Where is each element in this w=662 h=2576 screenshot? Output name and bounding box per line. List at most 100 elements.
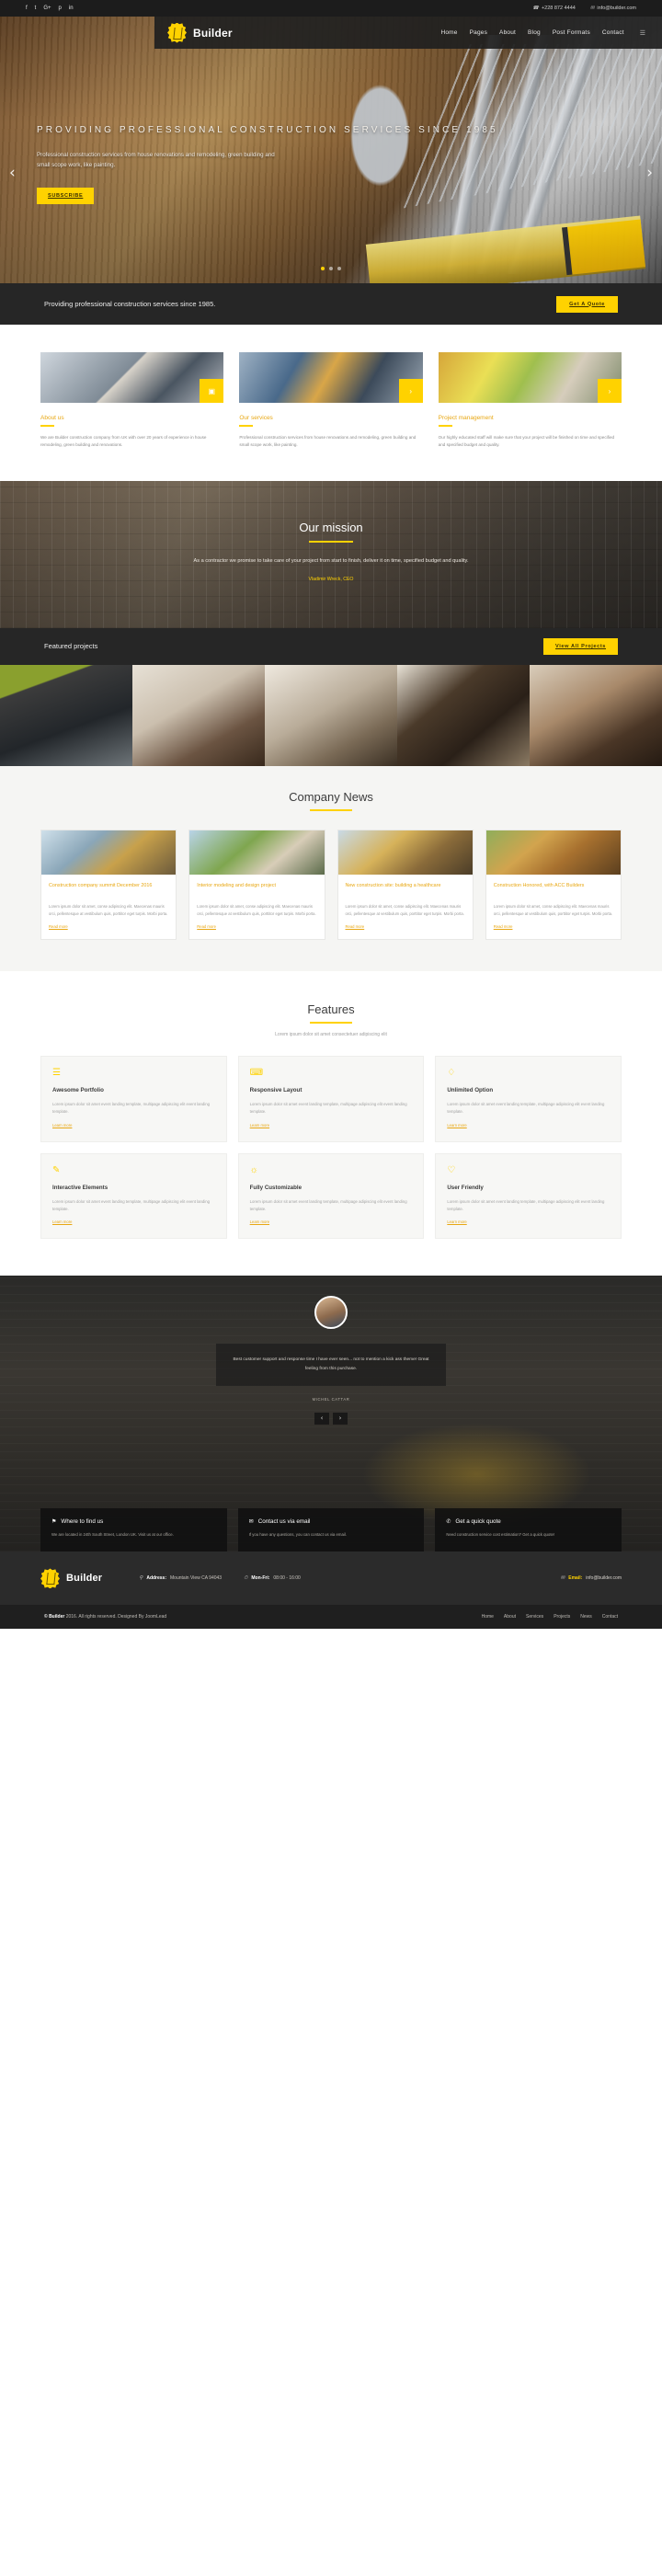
nav-item-pages[interactable]: Pages [470, 29, 487, 36]
pinterest-icon[interactable]: p [59, 6, 62, 11]
news-read-more-link[interactable]: Read more [197, 924, 316, 929]
news-card[interactable]: Construction Honored, with ACC Builders … [485, 829, 622, 940]
news-card-title: New construction site: building a health… [345, 882, 441, 888]
phone-icon: ✆ [446, 1519, 451, 1526]
topbar-email-text: info@builder.com [597, 6, 636, 11]
feature-text: Lorem ipsum dolor sit amet event landing… [447, 1198, 605, 1212]
service-text: We are Builder construction company from… [40, 435, 207, 448]
contact-card-heading: ⚑ Where to find us [51, 1518, 216, 1525]
service-tag-icon[interactable]: › [597, 379, 622, 403]
avatar [314, 1296, 348, 1330]
news-read-more-link[interactable]: Read more [494, 924, 613, 929]
gallery-item-4[interactable] [397, 664, 530, 766]
testimonial-next-button[interactable]: › [333, 1412, 348, 1425]
service-image: ▣ [40, 352, 224, 403]
menu-burger-icon[interactable]: ☰ [640, 29, 645, 37]
slider-prev-arrow[interactable]: ‹ [9, 164, 16, 182]
topbar-phone[interactable]: ☎ +228 872 4444 [532, 6, 576, 11]
footer-link-contact[interactable]: Contact [602, 1614, 618, 1620]
feature-learn-more-link[interactable]: Learn more [52, 1123, 215, 1128]
features-lead: Lorem ipsum dolor sit amet consectetuer … [275, 1031, 387, 1037]
contact-card-email[interactable]: ✉ Contact us via email If you have any q… [237, 1508, 425, 1552]
feature-card-user-friendly[interactable]: ♡ User Friendly Lorem ipsum dolor sit am… [435, 1152, 622, 1240]
testimonial-prev-button[interactable]: ‹ [314, 1412, 329, 1425]
featured-projects-text: Featured projects [44, 642, 98, 651]
nav-item-contact[interactable]: Contact [602, 29, 624, 36]
linkedin-icon[interactable]: in [69, 6, 74, 11]
services-section: ▣ About us We are Builder construction c… [0, 325, 662, 481]
footer-address-value: Mountain View CA 94043 [170, 1575, 223, 1582]
gallery-item-1[interactable] [0, 664, 132, 766]
news-card[interactable]: Interior modeling and design project Lor… [188, 829, 325, 940]
feature-card-fully-customizable[interactable]: ☼ Fully Customizable Lorem ipsum dolor s… [237, 1152, 425, 1240]
nav-item-about[interactable]: About [499, 29, 516, 36]
service-card-about-us[interactable]: ▣ About us We are Builder construction c… [40, 352, 224, 450]
title-underline [310, 808, 352, 811]
news-card[interactable]: Construction company summit December 201… [40, 829, 177, 940]
features-title: Features [307, 1002, 355, 1016]
nav-item-home[interactable]: Home [440, 29, 457, 36]
gallery-item-3[interactable] [265, 664, 397, 766]
footer-email[interactable]: ✉ Email: info@builder.com [561, 1575, 622, 1581]
subscribe-button[interactable]: SUBSCRIBE [37, 187, 95, 204]
nav-item-post-formats[interactable]: Post Formats [553, 29, 590, 36]
copyright-text: 2016. All rights reserved. Designed By J… [65, 1614, 167, 1620]
service-image: › [438, 352, 622, 403]
feature-learn-more-link[interactable]: Learn more [447, 1219, 610, 1224]
service-tag-icon[interactable]: › [398, 379, 423, 403]
feature-learn-more-link[interactable]: Learn more [250, 1219, 413, 1224]
phone-icon: ☎ [532, 6, 539, 11]
feature-learn-more-link[interactable]: Learn more [52, 1219, 215, 1224]
get-a-quote-button[interactable]: Get A Quote [556, 295, 618, 313]
gallery-item-5[interactable] [530, 664, 662, 766]
contact-card-quote[interactable]: ✆ Get a quick quote Need construction se… [435, 1508, 622, 1552]
news-card-title: Construction company summit December 201… [49, 882, 153, 888]
google-plus-icon[interactable]: G+ [43, 6, 51, 11]
portfolio-icon: ☰ [52, 1067, 61, 1078]
feature-learn-more-link[interactable]: Learn more [250, 1123, 413, 1128]
footer-link-about[interactable]: About [504, 1614, 516, 1620]
footer-logo[interactable]: Builder [40, 1568, 102, 1589]
twitter-icon[interactable]: t [35, 6, 37, 11]
service-card-project-management[interactable]: › Project management Our highly educated… [438, 352, 622, 450]
feature-card-interactive-elements[interactable]: ✎ Interactive Elements Lorem ipsum dolor… [40, 1152, 227, 1240]
footer-hours-label: Mon-Fri: [251, 1575, 270, 1582]
footer-link-services[interactable]: Services [526, 1614, 543, 1620]
feature-title: Unlimited Option [447, 1086, 494, 1093]
feature-card-unlimited-option[interactable]: ♢ Unlimited Option Lorem ipsum dolor sit… [435, 1055, 622, 1142]
nav-item-blog[interactable]: Blog [528, 29, 541, 36]
news-body: Interior modeling and design project Lor… [189, 875, 324, 939]
footer-link-news[interactable]: News [580, 1614, 592, 1620]
clock-icon: ⏱ [244, 1574, 248, 1581]
feature-title: Awesome Portfolio [52, 1086, 104, 1093]
responsive-icon: ⌨ [249, 1067, 264, 1078]
news-card-text: Lorem ipsum dolor sit amet, conse adipis… [345, 903, 464, 916]
cta-text: Providing professional construction serv… [44, 300, 216, 308]
nav-links: Home Pages About Blog Post Formats Conta… [440, 29, 645, 37]
footer-link-projects[interactable]: Projects [554, 1614, 570, 1620]
feature-card-awesome-portfolio[interactable]: ☰ Awesome Portfolio Lorem ipsum dolor si… [40, 1055, 227, 1142]
view-all-projects-button[interactable]: View All Projects [543, 637, 618, 655]
service-tag-icon[interactable]: ▣ [200, 379, 224, 403]
featured-projects-bar: Featured projects View All Projects [0, 627, 662, 665]
slider-dot-2[interactable] [329, 267, 333, 270]
slider-dot-3[interactable] [337, 267, 341, 270]
facebook-icon[interactable]: f [26, 6, 28, 11]
site-logo[interactable]: Builder [167, 22, 233, 43]
topbar-email[interactable]: ✉ info@builder.com [590, 6, 636, 11]
feature-learn-more-link[interactable]: Learn more [447, 1123, 610, 1128]
feature-card-responsive-layout[interactable]: ⌨ Responsive Layout Lorem ipsum dolor si… [237, 1055, 425, 1142]
service-card-our-services[interactable]: › Our services Professional construction… [239, 352, 423, 450]
news-read-more-link[interactable]: Read more [49, 924, 168, 929]
news-read-more-link[interactable]: Read more [346, 924, 465, 929]
sub-footer: © Builder 2016. All rights reserved. Des… [0, 1605, 662, 1630]
news-thumbnail [189, 830, 325, 875]
contact-card-location[interactable]: ⚑ Where to find us We are located in 24t… [40, 1508, 227, 1552]
testimonial-quote: Best customer support and response time … [233, 1357, 429, 1372]
diamond-icon: ♢ [447, 1067, 456, 1078]
slider-next-arrow[interactable]: › [646, 164, 653, 182]
gallery-item-2[interactable] [132, 664, 265, 766]
news-card[interactable]: New construction site: building a health… [337, 829, 474, 940]
footer-link-home[interactable]: Home [482, 1614, 494, 1620]
slider-dot-1[interactable] [321, 267, 325, 270]
